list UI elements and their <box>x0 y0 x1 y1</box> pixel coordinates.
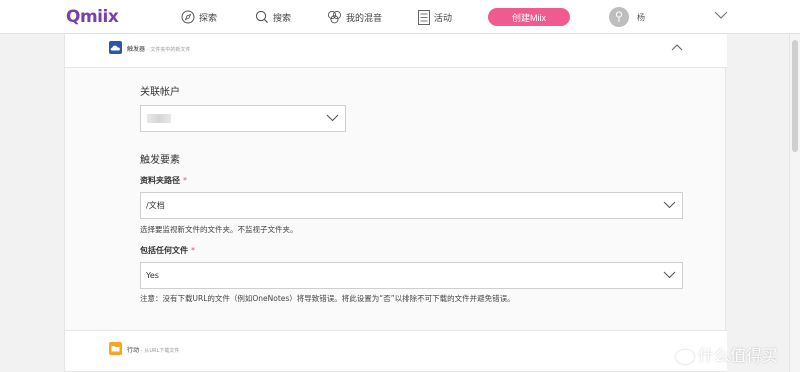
nav-activity-label: 活动 <box>434 13 453 24</box>
watermark: 什么值得买 <box>676 342 778 366</box>
chevron-down-icon <box>663 201 676 209</box>
search-icon <box>255 10 269 24</box>
mix-circles-icon <box>327 10 342 24</box>
list-icon <box>418 9 430 25</box>
nav-explore-label: 探索 <box>199 13 218 24</box>
action-title-text: 行动 <box>127 347 140 354</box>
include-files-value: Yes <box>146 271 159 280</box>
create-miix-button[interactable]: 创建Miix <box>488 8 570 26</box>
include-files-label: 包括任何文件 * <box>140 245 195 256</box>
account-name-redacted <box>147 114 171 123</box>
required-mark: * <box>183 176 187 185</box>
trigger-header[interactable]: 触发器 - 文件夹中的新文件 <box>65 34 727 68</box>
folder-hint: 选择要监视新文件的文件夹。不监视子文件夹。 <box>140 225 298 234</box>
user-name[interactable]: 杨 <box>637 12 645 23</box>
chevron-down-icon <box>663 271 676 279</box>
avatar[interactable] <box>609 7 629 27</box>
watermark-logo-icon <box>676 349 694 364</box>
folder-path-label-text: 资料夹路径 <box>140 176 180 185</box>
chevron-down-icon <box>326 114 339 122</box>
compass-icon <box>181 10 195 24</box>
folder-path-select[interactable]: /文档 <box>140 192 683 219</box>
logo[interactable]: Qmiix <box>66 7 119 27</box>
nav-my-mixes[interactable]: 我的混音 <box>327 8 382 26</box>
nav-explore[interactable]: 探索 <box>181 8 217 26</box>
nav-search-label: 搜索 <box>273 13 292 24</box>
download-note: 注意：没有下载URL的文件（例如OneNotes）将导致错误。将此设置为“否”以… <box>140 294 515 303</box>
include-files-select[interactable]: Yes <box>140 262 683 289</box>
mix-editor-panel: 触发器 - 文件夹中的新文件 关联帐户 触发要素 资料夹路径 * /文档 选择要监视… <box>64 34 727 372</box>
trigger-title-text: 触发器 <box>127 46 146 53</box>
action-header[interactable]: 行动 - 从URL下载文件 <box>65 330 727 372</box>
chevron-up-icon[interactable] <box>671 43 683 51</box>
action-title: 行动 - 从URL下载文件 <box>127 345 179 354</box>
chevron-down-icon[interactable] <box>714 11 728 20</box>
folder-path-value: /文档 <box>146 201 165 210</box>
elements-heading: 触发要素 <box>140 155 180 166</box>
nav-activity[interactable]: 活动 <box>418 8 452 26</box>
required-mark: * <box>191 246 195 255</box>
folder-path-label: 资料夹路径 * <box>140 175 187 186</box>
trigger-title: 触发器 - 文件夹中的新文件 <box>127 44 190 53</box>
top-nav: Qmiix 探索 搜索 我的混音 活动 创建Miix 杨 <box>0 0 800 34</box>
action-subtitle: - 从URL下载文件 <box>141 348 180 354</box>
onedrive-icon <box>109 41 122 54</box>
scrollbar-thumb[interactable] <box>792 40 798 152</box>
user-icon <box>615 11 623 22</box>
account-label: 关联帐户 <box>140 87 180 98</box>
account-select[interactable] <box>140 105 346 132</box>
watermark-text: 什么值得买 <box>698 346 779 365</box>
page-scrollbar[interactable] <box>789 34 800 372</box>
nav-search[interactable]: 搜索 <box>255 8 291 26</box>
include-files-label-text: 包括任何文件 <box>140 246 188 255</box>
trigger-subtitle: - 文件夹中的新文件 <box>147 47 191 53</box>
nav-my-mixes-label: 我的混音 <box>346 13 383 24</box>
folder-icon <box>109 342 122 355</box>
